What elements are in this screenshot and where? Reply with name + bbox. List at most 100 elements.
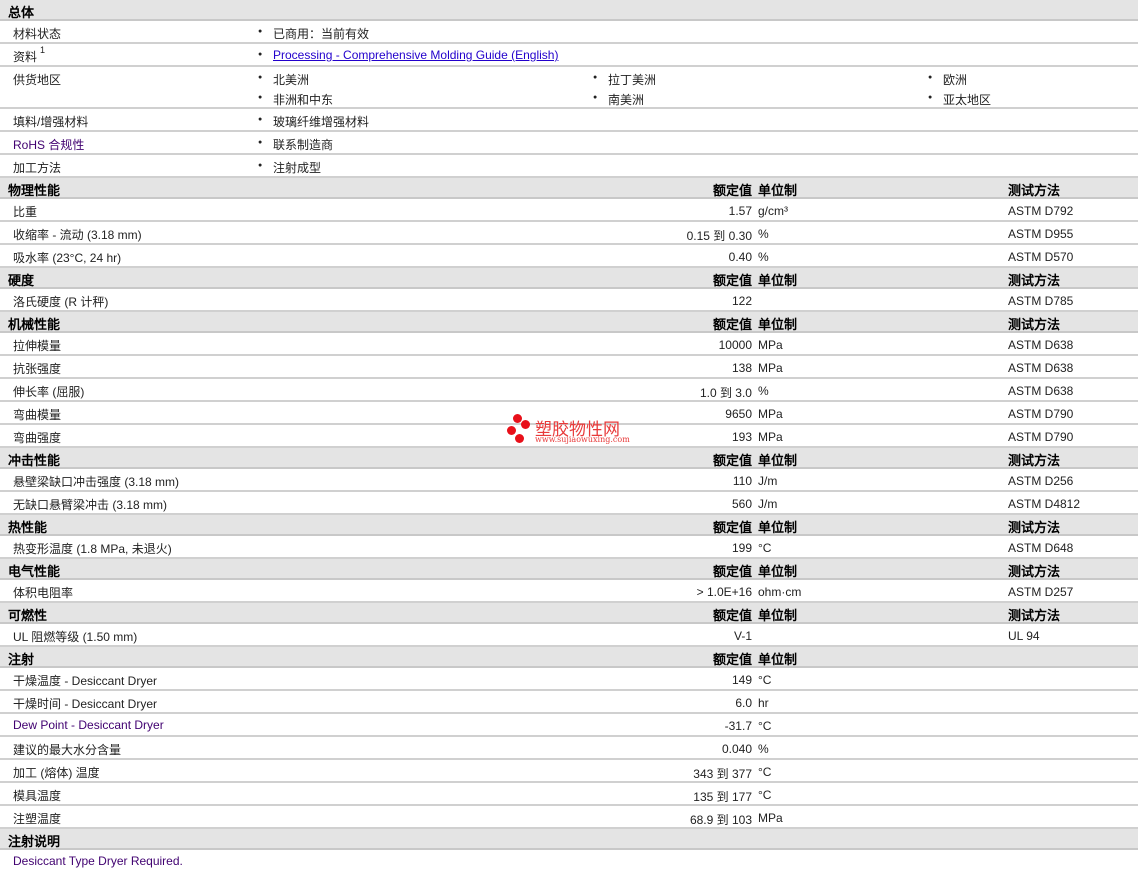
property-unit: %	[758, 250, 769, 264]
section-title: 物理性能	[8, 183, 61, 198]
test-method: ASTM D955	[1008, 227, 1074, 241]
property-label: 抗张强度	[13, 362, 62, 376]
header-value: 额定值	[712, 183, 752, 198]
property-unit: J/m	[758, 474, 778, 488]
property-row: 热变形温度 (1.8 MPa, 未退火) 199 °C ASTM D648	[0, 536, 1138, 559]
row-label: 供货地区	[13, 73, 62, 87]
section-title: 注射说明	[8, 834, 61, 849]
header-value: 额定值	[712, 273, 752, 288]
test-method: ASTM D638	[1008, 384, 1074, 398]
property-value: 343 到 377	[693, 767, 752, 781]
property-label: UL 阻燃等级 (1.50 mm)	[13, 630, 138, 644]
property-row: 比重 1.57 g/cm³ ASTM D792	[0, 199, 1138, 222]
property-row: UL 阻燃等级 (1.50 mm) V-1 UL 94	[0, 624, 1138, 647]
row-value: 联系制造商	[258, 136, 333, 153]
property-unit: %	[758, 384, 769, 398]
test-method: UL 94	[1008, 629, 1040, 643]
region-item: 北美洲	[258, 71, 309, 88]
header-unit: 单位制	[758, 317, 798, 332]
test-method: ASTM D792	[1008, 204, 1074, 218]
property-label: 悬壁梁缺口冲击强度 (3.18 mm)	[13, 475, 180, 489]
property-unit: g/cm³	[758, 204, 788, 218]
property-label[interactable]: Dew Point - Desiccant Dryer	[13, 718, 164, 732]
property-value: 1.0 到 3.0	[699, 386, 752, 400]
row-label: 填料/增强材料	[13, 115, 89, 129]
property-label: 吸水率 (23°C, 24 hr)	[13, 251, 122, 265]
property-row: 建议的最大水分含量 0.040%	[0, 737, 1138, 760]
property-row: 收缩率 - 流动 (3.18 mm) 0.15 到 0.30% ASTM D955	[0, 222, 1138, 245]
general-row: 供货地区 北美洲 拉丁美洲 欧洲非洲和中东 南美洲 亚太地区	[0, 67, 1138, 109]
section-title: 硬度	[8, 273, 35, 288]
property-label: 热变形温度 (1.8 MPa, 未退火)	[13, 542, 172, 556]
property-value: -31.7	[724, 719, 752, 733]
property-value: 149	[731, 673, 752, 687]
test-method: ASTM D638	[1008, 338, 1074, 352]
property-label: 体积电阻率	[13, 586, 74, 600]
header-value: 额定值	[712, 453, 752, 468]
row-value: 注射成型	[258, 159, 321, 176]
header-method: 测试方法	[1008, 564, 1061, 579]
section-title: 注射	[8, 652, 35, 667]
property-label: 拉伸模量	[13, 339, 62, 353]
row-label: RoHS 合规性	[13, 138, 85, 152]
region-item: 非洲和中东	[258, 91, 333, 108]
property-unit: MPa	[758, 407, 783, 421]
property-label: 加工 (熔体) 温度	[13, 766, 100, 780]
property-unit: ohm·cm	[758, 585, 802, 599]
test-method: ASTM D638	[1008, 361, 1074, 375]
watermark-url: www.sujiaowuxing.com	[535, 435, 630, 444]
section-header: 热性能 额定值 单位制 测试方法	[0, 515, 1138, 536]
property-label: 模具温度	[13, 789, 62, 803]
property-row: 伸长率 (屈服) 1.0 到 3.0% ASTM D638	[0, 379, 1138, 402]
header-method: 测试方法	[1008, 520, 1061, 535]
property-label: 伸长率 (屈服)	[13, 385, 85, 399]
property-unit: J/m	[758, 497, 778, 511]
section-header: 机械性能 额定值 单位制 测试方法	[0, 312, 1138, 333]
test-method: ASTM D790	[1008, 430, 1074, 444]
property-row: Dew Point - Desiccant Dryer -31.7 °C	[0, 714, 1138, 737]
section-header: 可燃性 额定值 单位制 测试方法	[0, 603, 1138, 624]
header-method: 测试方法	[1008, 317, 1061, 332]
section-header: 电气性能 额定值 单位制 测试方法	[0, 559, 1138, 580]
property-label: 弯曲强度	[13, 431, 62, 445]
property-value: 9650	[725, 407, 752, 421]
property-value: 138	[731, 361, 752, 375]
property-value: 1.57	[728, 204, 752, 218]
test-method: ASTM D4812	[1008, 497, 1081, 511]
property-row: 洛氏硬度 (R 计秤) 122 ASTM D785	[0, 289, 1138, 312]
property-unit: °C	[758, 788, 772, 802]
row-value: 已商用：当前有效	[258, 25, 369, 42]
property-label: 建议的最大水分含量	[13, 743, 122, 757]
test-method: ASTM D570	[1008, 250, 1074, 264]
property-row: 拉伸模量 10000 MPa ASTM D638	[0, 333, 1138, 356]
property-unit: °C	[758, 765, 772, 779]
header-unit: 单位制	[758, 608, 798, 623]
property-label: 注塑温度	[13, 812, 62, 826]
region-item: 南美洲	[593, 91, 644, 108]
row-label: 材料状态	[13, 27, 62, 41]
property-value: 135 到 177	[693, 790, 752, 804]
test-method: ASTM D257	[1008, 585, 1074, 599]
property-value: 193	[731, 430, 752, 444]
region-item: 欧洲	[928, 71, 967, 88]
property-label: 干燥时间 - Desiccant Dryer	[13, 697, 158, 711]
section-title: 电气性能	[8, 564, 61, 579]
property-label: 收缩率 - 流动 (3.18 mm)	[13, 228, 142, 242]
general-row: 加工方法 注射成型	[0, 155, 1138, 178]
document-link[interactable]: Processing - Comprehensive Molding Guide…	[273, 48, 558, 62]
property-label: 干燥温度 - Desiccant Dryer	[13, 674, 158, 688]
property-value: > 1.0E+16	[696, 585, 752, 599]
property-row: 加工 (熔体) 温度 343 到 377 °C	[0, 760, 1138, 783]
header-value: 额定值	[712, 564, 752, 579]
section-header: 物理性能 额定值 单位制 测试方法	[0, 178, 1138, 199]
property-unit: °C	[758, 673, 772, 687]
row-label: 加工方法	[13, 161, 62, 175]
property-row: 抗张强度 138 MPa ASTM D638	[0, 356, 1138, 379]
property-value: V-1	[733, 629, 752, 643]
test-method: ASTM D256	[1008, 474, 1074, 488]
header-value: 额定值	[712, 520, 752, 535]
property-unit: °C	[758, 719, 772, 733]
property-value: 199	[731, 541, 752, 555]
header-method: 测试方法	[1008, 183, 1061, 198]
header-unit: 单位制	[758, 652, 798, 667]
